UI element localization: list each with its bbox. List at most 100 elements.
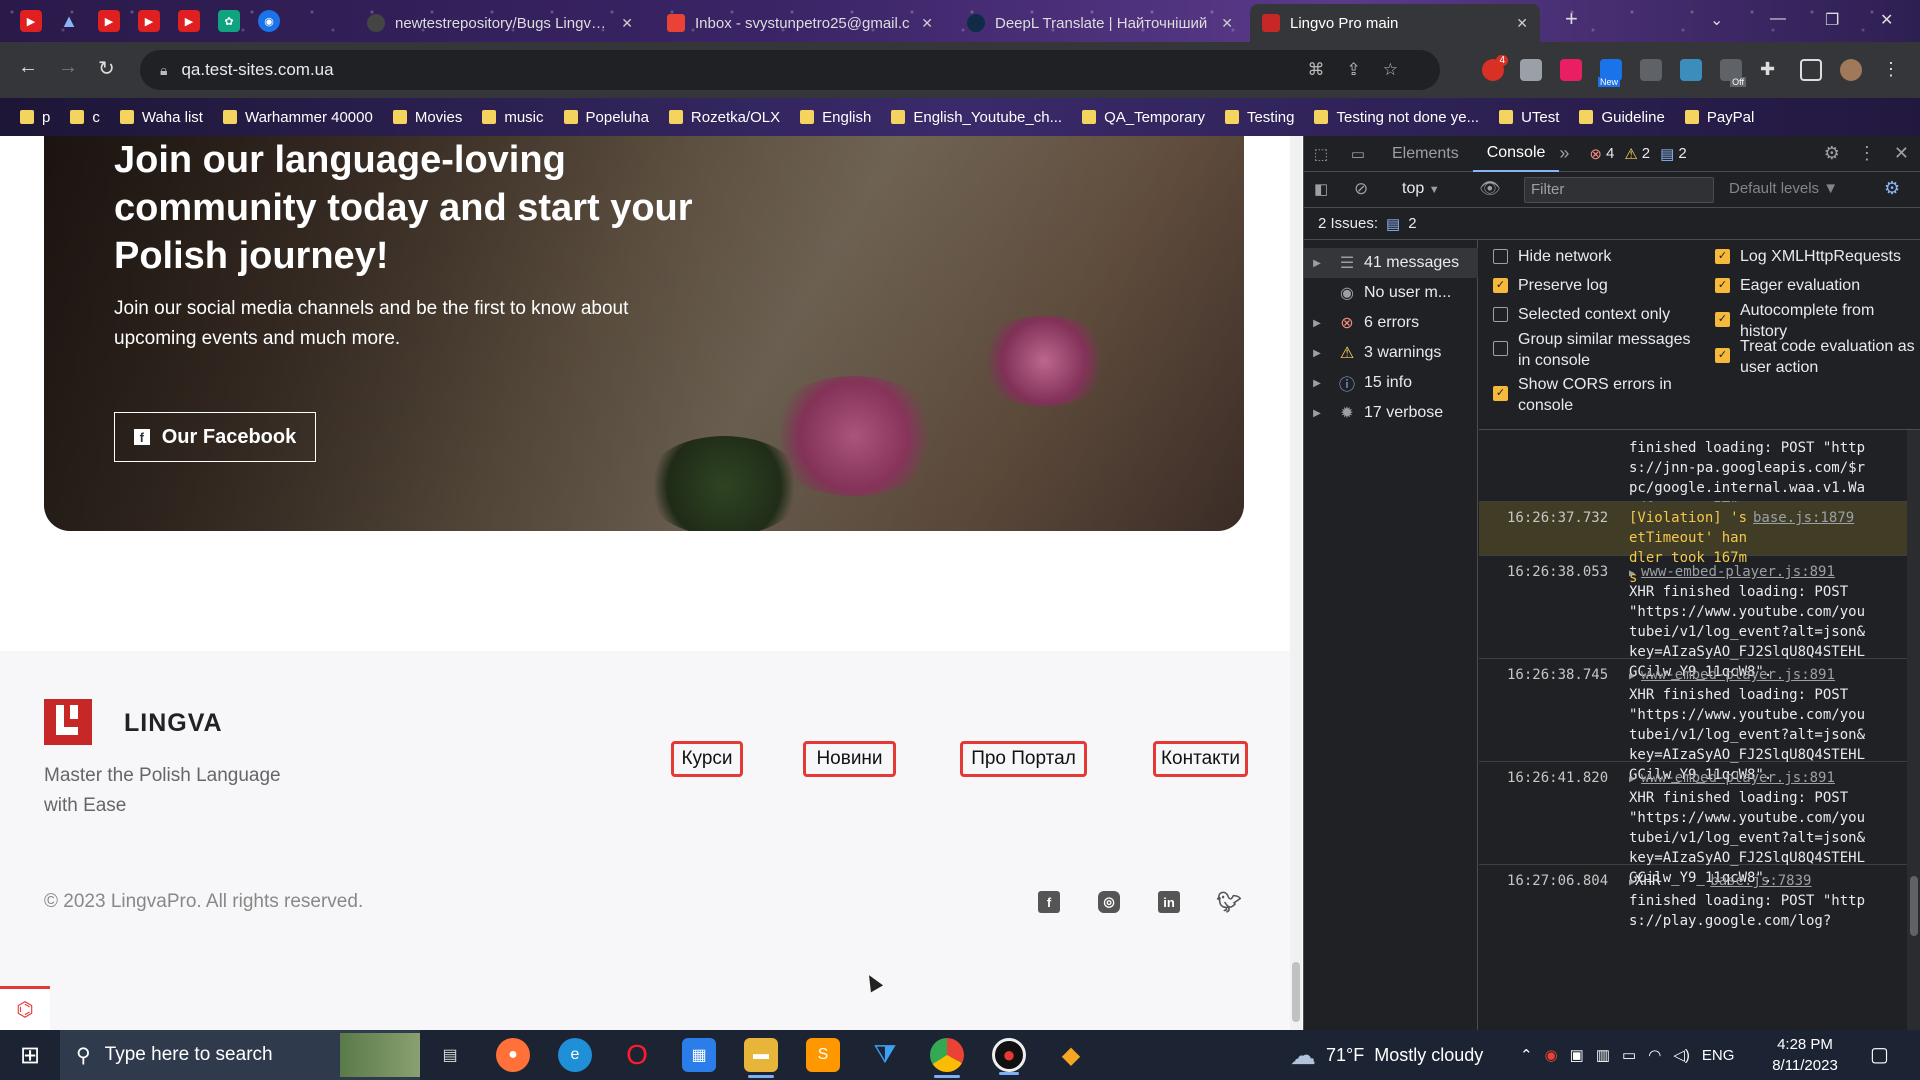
chrome-icon[interactable] bbox=[930, 1038, 964, 1078]
tab-deepl[interactable]: DeepL Translate | Найточніший ✕ bbox=[955, 4, 1245, 42]
close-devtools-icon[interactable]: ✕ bbox=[1894, 143, 1909, 164]
git-icon[interactable]: ◆ bbox=[1054, 1038, 1088, 1072]
bookmark[interactable]: Testing not done ye... bbox=[1314, 109, 1479, 126]
tab-github[interactable]: newtestrepository/Bugs Lingva a ✕ bbox=[355, 4, 645, 42]
issues-bar[interactable]: 2 Issues: ▤ 2 bbox=[1304, 208, 1920, 240]
minimize-icon[interactable]: — bbox=[1770, 10, 1786, 28]
extension-icon[interactable] bbox=[1680, 59, 1702, 81]
option-selected-context[interactable]: Selected context only bbox=[1493, 304, 1693, 325]
checkbox[interactable] bbox=[1493, 249, 1508, 264]
sidebar-item-warnings[interactable]: ▶ ⚠ 3 warnings bbox=[1304, 338, 1478, 368]
log-levels-dropdown[interactable]: Default levels ▼ bbox=[1729, 180, 1838, 197]
opera-icon[interactable]: O bbox=[620, 1038, 654, 1072]
sidepanel-icon[interactable] bbox=[1800, 59, 1822, 81]
bookmark[interactable]: PayPal bbox=[1684, 109, 1754, 126]
inspect-icon[interactable]: ⬚ bbox=[1304, 145, 1338, 163]
bookmark[interactable]: Guideline bbox=[1579, 109, 1665, 126]
extension-icon[interactable]: 4 bbox=[1482, 55, 1508, 81]
logo-text[interactable]: LINGVA bbox=[124, 709, 223, 738]
close-icon[interactable]: ✕ bbox=[621, 15, 633, 32]
avatar[interactable] bbox=[1840, 59, 1862, 81]
tab-search-icon[interactable]: ⌄ bbox=[1710, 10, 1723, 30]
record-icon[interactable]: ● bbox=[992, 1038, 1026, 1075]
bookmark[interactable]: c bbox=[70, 109, 100, 126]
clock[interactable]: 4:28 PM 8/11/2023 bbox=[1755, 1034, 1855, 1076]
kebab-menu-icon[interactable]: ⋮ bbox=[1858, 143, 1876, 164]
facebook-icon[interactable]: f bbox=[1038, 891, 1060, 913]
checkbox[interactable]: ✓ bbox=[1715, 249, 1730, 264]
expand-arrow-icon[interactable]: ▶ bbox=[1629, 774, 1641, 785]
close-window-icon[interactable]: ✕ bbox=[1880, 10, 1893, 30]
close-icon[interactable]: ✕ bbox=[1516, 15, 1528, 32]
option-show-cors[interactable]: ✓ Show CORS errors in console bbox=[1493, 374, 1693, 416]
bookmark[interactable]: p bbox=[20, 109, 50, 126]
checkbox[interactable]: ✓ bbox=[1715, 348, 1730, 363]
battery-icon[interactable]: ▭ bbox=[1622, 1046, 1636, 1064]
checkbox[interactable]: ✓ bbox=[1493, 278, 1508, 293]
expand-arrow-icon[interactable]: ▶ bbox=[1629, 568, 1641, 579]
back-icon[interactable]: ← bbox=[18, 56, 38, 79]
settings-gear-icon[interactable]: ⚙ bbox=[1824, 143, 1840, 164]
twitter-icon[interactable]: 🐦︎ bbox=[1216, 891, 1241, 914]
youtube-pinned-tab[interactable]: ▶ bbox=[138, 10, 160, 32]
sidebar-item-verbose[interactable]: ▶ ✹ 17 verbose bbox=[1304, 398, 1478, 428]
camera-icon[interactable] bbox=[1520, 59, 1542, 81]
footer-link-about[interactable]: Про Портал bbox=[960, 741, 1087, 777]
checkbox[interactable]: ✓ bbox=[1715, 278, 1730, 293]
chatgpt-pinned-tab[interactable]: ✿ bbox=[218, 10, 240, 32]
sidebar-item-errors[interactable]: ▶ ⊗ 6 errors bbox=[1304, 308, 1478, 338]
console-settings-icon[interactable]: ⚙ bbox=[1884, 178, 1900, 199]
firefox-icon[interactable]: ● bbox=[496, 1038, 530, 1072]
tab-console[interactable]: Console bbox=[1472, 136, 1560, 172]
address-bar[interactable]: 🔒︎ qa.test-sites.com.ua ⌘⇪☆ bbox=[140, 50, 1440, 90]
checkbox[interactable]: ✓ bbox=[1715, 312, 1730, 327]
footer-link-contacts[interactable]: Контакти bbox=[1153, 741, 1248, 777]
device-toolbar-icon[interactable]: ▭ bbox=[1338, 145, 1378, 163]
checkbox[interactable] bbox=[1493, 307, 1508, 322]
extension-icon[interactable] bbox=[1640, 59, 1662, 81]
console-scrollbar-thumb[interactable] bbox=[1910, 876, 1918, 936]
footer-link-news[interactable]: Новини bbox=[803, 741, 896, 777]
wifi-icon[interactable]: ◠ bbox=[1648, 1046, 1661, 1064]
option-hide-network[interactable]: Hide network bbox=[1493, 246, 1693, 267]
instagram-icon[interactable]: ◎ bbox=[1098, 891, 1120, 913]
context-selector[interactable]: top ▼ bbox=[1402, 180, 1440, 198]
checkbox[interactable] bbox=[1493, 341, 1508, 356]
filter-input[interactable]: Filter bbox=[1524, 177, 1714, 203]
linkedin-icon[interactable]: in bbox=[1158, 891, 1180, 913]
bookmark[interactable]: Popeluha bbox=[563, 109, 649, 126]
tab-elements[interactable]: Elements bbox=[1378, 136, 1473, 172]
log-source-link[interactable]: base.js:1879 bbox=[1753, 508, 1854, 528]
bookmark[interactable]: Testing bbox=[1224, 109, 1294, 126]
weather-widget[interactable]: ☁ 71°F Mostly cloudy bbox=[1290, 1030, 1483, 1080]
bookmark[interactable]: UTest bbox=[1499, 109, 1559, 126]
warning-counter[interactable]: ⚠ 2 bbox=[1624, 145, 1650, 163]
volume-icon[interactable]: ◁) bbox=[1673, 1046, 1690, 1064]
bookmark[interactable]: QA_Temporary bbox=[1082, 109, 1205, 126]
footer-link-courses[interactable]: Курси bbox=[671, 741, 743, 777]
youtube-pinned-tab[interactable]: ▶ bbox=[20, 10, 42, 32]
file-explorer-icon[interactable]: ▬ bbox=[744, 1038, 778, 1078]
option-preserve-log[interactable]: ✓ Preserve log bbox=[1493, 275, 1693, 296]
clear-console-icon[interactable]: ⊘ bbox=[1354, 179, 1368, 199]
youtube-pinned-tab[interactable]: ▶ bbox=[98, 10, 120, 32]
new-tab-button[interactable]: + bbox=[1565, 6, 1578, 32]
log-source-link[interactable]: www-embed-player.js:891 bbox=[1641, 564, 1835, 580]
reload-icon[interactable]: ↻ bbox=[98, 56, 115, 81]
more-tabs-icon[interactable]: » bbox=[1559, 143, 1569, 164]
sublime-icon[interactable]: S bbox=[806, 1038, 840, 1072]
bookmark[interactable]: English bbox=[800, 109, 871, 126]
bookmark[interactable]: Waha list bbox=[119, 109, 203, 126]
sidebar-toggle-icon[interactable]: ◧ bbox=[1314, 180, 1328, 198]
camera-tray-icon[interactable]: ▣ bbox=[1570, 1046, 1584, 1064]
store-icon[interactable]: ▦ bbox=[682, 1038, 716, 1072]
our-facebook-button[interactable]: f Our Facebook bbox=[114, 412, 316, 462]
console-scrollbar[interactable] bbox=[1907, 430, 1920, 1030]
option-eager-eval[interactable]: ✓ Eager evaluation bbox=[1715, 275, 1915, 296]
extension-icon[interactable] bbox=[1560, 59, 1582, 81]
restore-icon[interactable]: ❐ bbox=[1825, 10, 1839, 30]
close-icon[interactable]: ✕ bbox=[921, 15, 933, 32]
close-icon[interactable]: ✕ bbox=[1221, 15, 1233, 32]
checkbox[interactable]: ✓ bbox=[1493, 386, 1508, 401]
windows-start-icon[interactable]: ⊞ bbox=[0, 1030, 60, 1080]
